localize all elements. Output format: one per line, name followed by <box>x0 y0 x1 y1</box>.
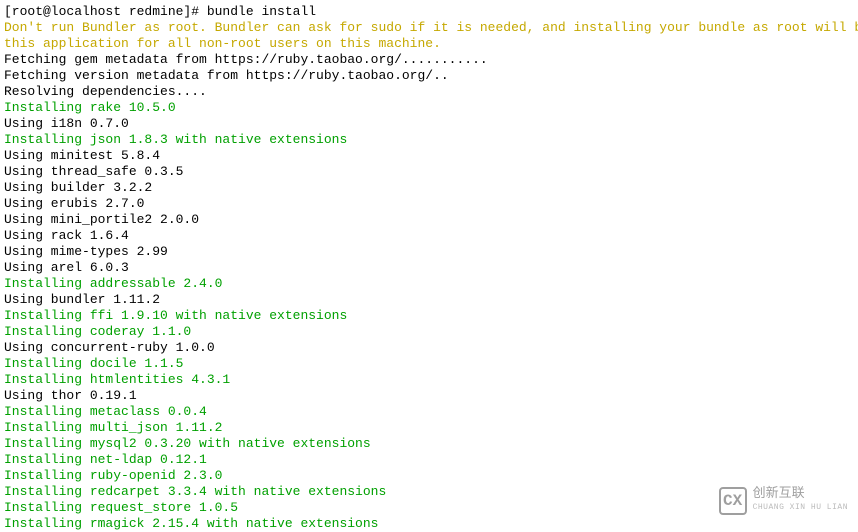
terminal-prompt: [root@localhost redmine]# bundle install <box>4 4 854 20</box>
terminal-line: Using thor 0.19.1 <box>4 388 854 404</box>
watermark-text-block: 创新互联 CHUANG XIN HU LIAN <box>753 486 848 516</box>
watermark: CX 创新互联 CHUANG XIN HU LIAN <box>719 486 848 516</box>
terminal-line: Using thread_safe 0.3.5 <box>4 164 854 180</box>
terminal-line: Using rack 1.6.4 <box>4 228 854 244</box>
terminal-lines: Fetching gem metadata from https://ruby.… <box>4 52 854 532</box>
terminal-line: Using mime-types 2.99 <box>4 244 854 260</box>
watermark-sublabel: CHUANG XIN HU LIAN <box>753 500 848 516</box>
terminal-line: Installing multi_json 1.11.2 <box>4 420 854 436</box>
terminal-line: Installing metaclass 0.0.4 <box>4 404 854 420</box>
terminal-line: Installing ffi 1.9.10 with native extens… <box>4 308 854 324</box>
terminal-line: Resolving dependencies.... <box>4 84 854 100</box>
terminal-line: Using arel 6.0.3 <box>4 260 854 276</box>
terminal-line: Installing htmlentities 4.3.1 <box>4 372 854 388</box>
terminal-line: Installing rmagick 2.15.4 with native ex… <box>4 516 854 532</box>
terminal-line: Using minitest 5.8.4 <box>4 148 854 164</box>
terminal-line: Installing net-ldap 0.12.1 <box>4 452 854 468</box>
watermark-label: 创新互联 <box>753 486 848 500</box>
terminal-line: Using i18n 0.7.0 <box>4 116 854 132</box>
terminal-line: Installing json 1.8.3 with native extens… <box>4 132 854 148</box>
terminal-line: Fetching version metadata from https://r… <box>4 68 854 84</box>
terminal-line: Using mini_portile2 2.0.0 <box>4 212 854 228</box>
terminal-line: Installing rake 10.5.0 <box>4 100 854 116</box>
terminal-line: Using builder 3.2.2 <box>4 180 854 196</box>
terminal-line: Installing addressable 2.4.0 <box>4 276 854 292</box>
terminal-line: Fetching gem metadata from https://ruby.… <box>4 52 854 68</box>
terminal-output: [root@localhost redmine]# bundle install… <box>4 4 854 532</box>
terminal-line: Installing mysql2 0.3.20 with native ext… <box>4 436 854 452</box>
terminal-line: Installing coderay 1.1.0 <box>4 324 854 340</box>
terminal-line: Using bundler 1.11.2 <box>4 292 854 308</box>
terminal-line: Using concurrent-ruby 1.0.0 <box>4 340 854 356</box>
terminal-line: Installing docile 1.1.5 <box>4 356 854 372</box>
watermark-logo: CX <box>719 487 747 515</box>
terminal-warning: Don't run Bundler as root. Bundler can a… <box>4 20 854 52</box>
terminal-line: Installing ruby-openid 2.3.0 <box>4 468 854 484</box>
terminal-line: Using erubis 2.7.0 <box>4 196 854 212</box>
